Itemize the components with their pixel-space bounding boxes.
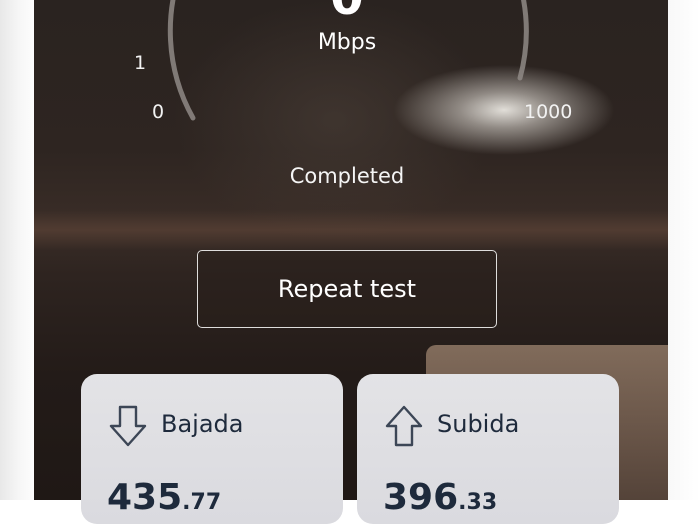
download-value-int: 435 bbox=[107, 477, 183, 518]
gauge-tick-min: 0 bbox=[152, 101, 165, 123]
upload-label: Subida bbox=[437, 410, 520, 438]
download-value: 435.77 bbox=[107, 478, 221, 523]
upload-value: 396.33 bbox=[383, 478, 497, 523]
upload-value-decimal: .33 bbox=[458, 490, 498, 515]
gauge-tick-max: 1000 bbox=[524, 101, 573, 123]
test-status: Completed bbox=[289, 164, 405, 188]
download-card: Bajada 435.77 bbox=[81, 374, 343, 524]
download-value-decimal: .77 bbox=[182, 490, 222, 515]
upload-value-int: 396 bbox=[383, 477, 459, 518]
arrow-up-icon bbox=[385, 405, 423, 447]
repeat-test-button[interactable]: Repeat test bbox=[197, 250, 497, 328]
upload-card: Subida 396.33 bbox=[357, 374, 619, 524]
gauge-tick-1: 1 bbox=[134, 52, 147, 74]
download-label: Bajada bbox=[161, 410, 244, 438]
speed-value: 0 bbox=[322, 0, 372, 22]
speed-unit: Mbps bbox=[317, 30, 377, 55]
arrow-down-icon bbox=[109, 405, 147, 447]
